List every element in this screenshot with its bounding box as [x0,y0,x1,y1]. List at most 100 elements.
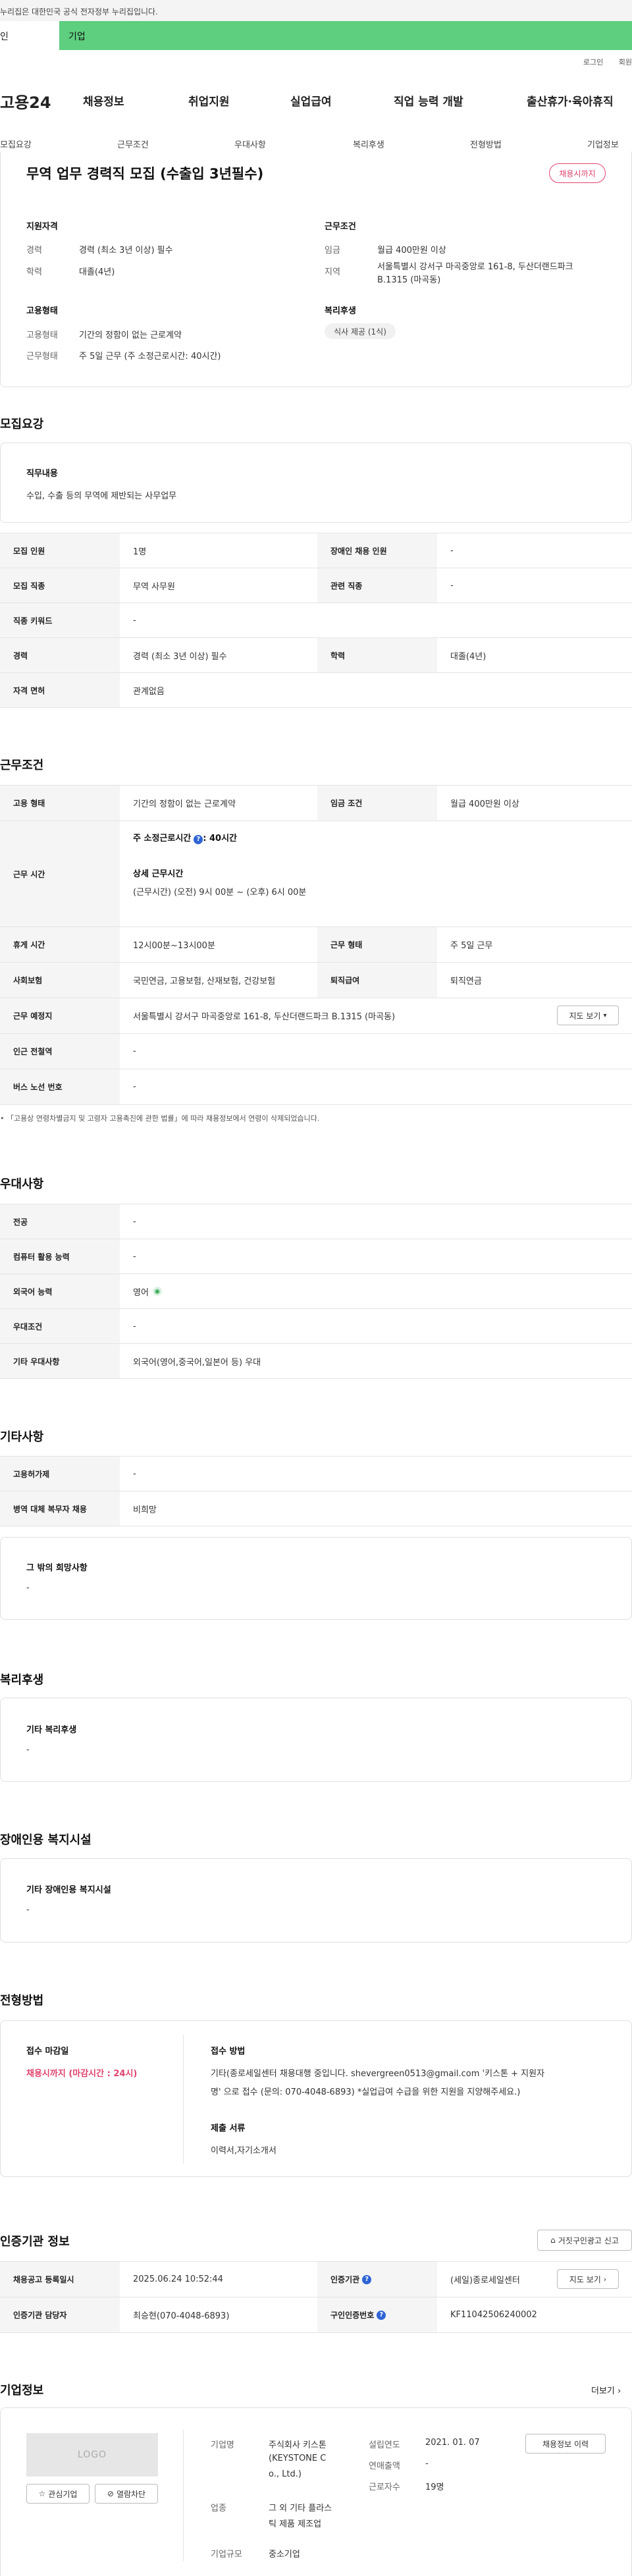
wage-value: 월급 400만원 이상 [377,246,446,255]
language-level-icon[interactable]: ◉ [152,1287,162,1296]
employment-type-label: 고용형태 [26,331,58,340]
gnb-jobs[interactable]: 채용정보 [83,92,124,109]
industry-line2: 틱 제품 제조업 [269,2519,322,2529]
work-section-title: 근무조건 [0,759,44,772]
deadline-heading: 접수 마감일 [26,2047,69,2056]
work-shape-label: 근무형태 [26,352,58,362]
region-value-line1: 서울특별시 강서구 마곡중앙로 161-8, 두산더랜드파크 [377,262,573,272]
apply-method-line1: 기타(종로세일센터 채용대행 중입니다. shevergreen0513@gma… [211,2069,545,2079]
block-view-label: 열람차단 [116,2489,146,2499]
table-row: 근무 예정지 서울특별시 강서구 마곡중앙로 161-8, 두산더랜드파크 B.… [0,998,632,1034]
disabled-facility-heading: 기타 장애인용 복지시설 [26,1885,111,1895]
table-row: 고용허가제 - [0,1457,632,1491]
age-notice: • 「고용상 연령차별금지 및 고령자 고용촉진에 관한 법률」에 따라 채용정… [0,1113,319,1123]
table-row: 모집 인원 1명 장애인 채용 인원 - [0,533,632,568]
table-cell: - [450,545,454,556]
industry-label: 업종 [211,2504,226,2513]
company-more-link[interactable]: 더보기 › [591,2384,621,2396]
favorite-company-button[interactable]: ☆ 관심기업 [26,2484,90,2504]
section-nav-company[interactable]: 기업정보 [587,138,619,150]
section-nav-recruit[interactable]: 모집요강 [0,138,32,150]
cert-table: 채용공고 등록일시 2025.06.24 10:52:44 인증기관? (세일)… [0,2261,632,2333]
tab-individual[interactable]: 인 [0,21,59,50]
section-nav-process[interactable]: 전형방법 [470,138,502,150]
table-header: 병역 대체 복무자 채용 [0,1491,120,1526]
section-nav-welfare[interactable]: 복리후생 [353,138,384,150]
table-cell: 퇴직연금 [450,977,482,986]
disabled-facility-card [0,1858,632,1943]
gnb-vocational-training[interactable]: 직업 능력 개발 [394,92,463,109]
wage-label: 임금 [325,246,340,255]
table-header: 고용 형태 [0,786,120,820]
company-size-label: 기업규모 [211,2550,242,2560]
table-header: 근무 형태 [317,927,437,962]
join-link[interactable]: 회원 [619,58,632,67]
education-label: 학력 [26,267,42,277]
company-section-title: 기업정보 [0,2384,44,2398]
table-header: 근무 시간 [0,821,120,926]
region-value-line2: B.1315 (마곡동) [377,275,441,285]
table-row: 경력 경력 (최소 3년 이상) 필수 학력 대졸(4년) [0,638,632,673]
employment-type-heading: 고용형태 [26,306,58,316]
help-icon[interactable]: ? [377,2310,386,2320]
table-cell: 12시00분~13시00분 [133,941,215,951]
table-cell: 2025.06.24 10:52:44 [133,2274,223,2284]
gnb-employment-support[interactable]: 취업지원 [188,92,230,109]
table-header: 인근 전철역 [0,1034,120,1069]
education-value: 대졸(4년) [79,267,115,277]
disabled-facility-section-title: 장애인용 복지시설 [0,1833,92,1847]
gnb-unemployment-benefit[interactable]: 실업급여 [290,92,332,109]
login-link[interactable]: 로그인 [583,58,603,67]
career-label: 경력 [26,246,42,255]
tab-company[interactable]: 기업 [59,21,632,50]
language-value: 영어 [133,1287,149,1298]
cert-map-button[interactable]: 지도 보기 › [557,2269,619,2289]
table-cell: 관계없음 [133,686,165,697]
help-icon[interactable]: ? [194,834,203,844]
apply-method-heading: 접수 방법 [211,2047,246,2056]
welfare-card-heading: 기타 복리후생 [26,1725,77,1735]
gov-notice-bar: 누리집은 대한민국 공식 전자정부 누리집입니다. [0,0,632,21]
table-header: 관련 직종 [317,568,437,603]
weekly-hours-row: 주 소정근로시간?: 40시간 [133,831,237,844]
map-view-button[interactable]: 지도 보기 ▾ [557,1006,619,1025]
process-divider [183,2035,184,2164]
table-header: 버스 노선 번호 [0,1069,120,1104]
apply-method-line2: 명' 으로 접수 (문의: 070-4048-6893) *실업급여 수급을 위… [211,2087,521,2097]
table-row: 우대조건 - [0,1309,632,1344]
etc-table: 고용허가제 - 병역 대체 복무자 채용 비희망 [0,1456,632,1526]
table-cell: - [450,580,454,591]
welfare-heading: 복리후생 [325,306,356,316]
table-row: 외국어 능력 영어 ◉ [0,1274,632,1309]
table-header: 컴퓨터 활용 능력 [0,1239,120,1274]
favorite-company-label: 관심기업 [48,2489,78,2499]
table-header: 채용공고 등록일시 [0,2262,120,2297]
job-history-button[interactable]: 채용정보 이력 [525,2434,606,2454]
other-wish-value: - [26,1583,30,1593]
report-fake-ad-button[interactable]: ⌂ 거짓구인광고 신고 [537,2230,632,2251]
founded-value: 2021. 01. 07 [425,2438,480,2448]
table-cell: 영어 ◉ [120,1274,632,1308]
cert-number-label: 구인인증번호 [330,2311,375,2320]
user-type-tabs: 인 기업 [0,21,632,50]
table-header: 전공 [0,1204,120,1239]
recruit-table: 모집 인원 1명 장애인 채용 인원 - 모집 직종 무역 사무원 관련 직종 … [0,533,632,708]
company-size-value: 중소기업 [269,2550,300,2560]
table-cell: 대졸(4년) [450,651,487,662]
table-header: 자격 면허 [0,673,120,707]
table-row: 전공 - [0,1204,632,1239]
gnb-parental-leave[interactable]: 출산휴가·육아휴직 [527,92,614,109]
help-icon[interactable]: ? [362,2274,372,2284]
work-table: 고용 형태 기간의 정함이 없는 근로계약 임금 조건 월급 400만원 이상 … [0,785,632,1105]
report-fake-ad-label: 거짓구인광고 신고 [558,2236,619,2245]
table-cell: 외국어(영어,중국어,일본어 등) 우대 [133,1357,261,1368]
section-nav-work[interactable]: 근무조건 [117,138,149,150]
block-view-button[interactable]: ⊘ 열람차단 [95,2484,158,2504]
table-header: 직종 키워드 [0,603,120,637]
table-header: 인증기관? [317,2262,437,2297]
table-header: 기타 우대사항 [0,1344,120,1378]
section-nav-preference[interactable]: 우대사항 [234,138,266,150]
table-header: 퇴직급여 [317,963,437,998]
table-cell: - [133,615,136,626]
site-logo[interactable]: 고용24 [0,90,51,113]
